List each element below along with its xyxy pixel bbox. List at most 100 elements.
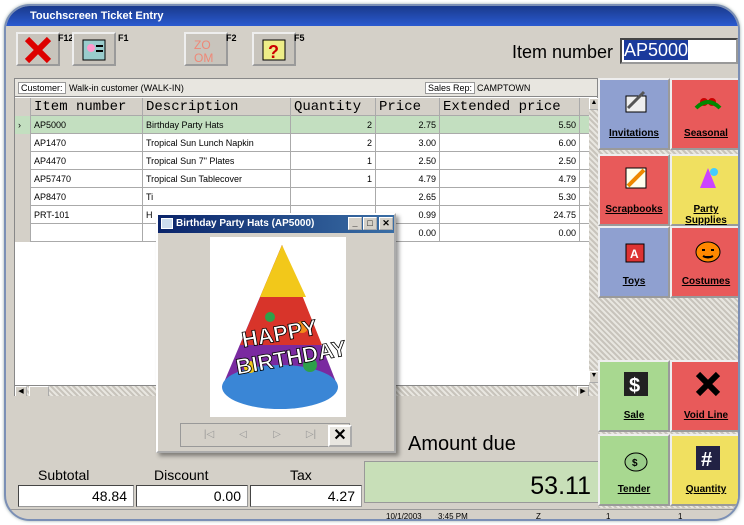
- column-header[interactable]: Quantity: [291, 98, 376, 116]
- category-button-void-line[interactable]: Void Line: [670, 360, 738, 432]
- invitation-icon: [625, 90, 647, 113]
- cell-ext: 5.50: [440, 116, 580, 134]
- window-title: Touchscreen Ticket Entry: [6, 6, 738, 26]
- row-indicator: [15, 206, 31, 224]
- subtotal-label: Subtotal: [38, 467, 90, 483]
- cell-ext: 5.30: [440, 188, 580, 206]
- column-header[interactable]: Description: [143, 98, 291, 116]
- status-bar: 10/1/2003 3:45 PM Z 1 1: [6, 509, 738, 521]
- pumpkin-icon: [695, 241, 721, 263]
- last-record-icon[interactable]: ▷|: [301, 428, 321, 444]
- category-label: Void Line: [683, 410, 729, 421]
- svg-text:?: ?: [268, 42, 279, 62]
- cancel-button[interactable]: F12: [16, 32, 74, 66]
- previous-record-icon[interactable]: ◁: [233, 428, 253, 444]
- zoom-icon: ZOOM: [194, 38, 213, 63]
- table-row[interactable]: AP4470 Tropical Sun 7" Plates 1 2.50 2.50: [15, 152, 589, 170]
- status-cell: Z: [536, 512, 541, 521]
- category-button-toys[interactable]: A Toys: [598, 226, 670, 298]
- table-row[interactable]: › AP5000 Birthday Party Hats 2 2.75 5.50: [15, 116, 589, 134]
- next-record-icon[interactable]: ▷: [267, 428, 287, 444]
- row-indicator: ›: [15, 116, 31, 134]
- category-button-party-supplies[interactable]: Party Supplies: [670, 154, 738, 226]
- svg-text:$: $: [632, 458, 638, 469]
- zoom-button[interactable]: ZO OM F2: [184, 32, 237, 66]
- discount-value[interactable]: 0.00: [136, 485, 248, 507]
- category-label: Party Supplies: [685, 204, 727, 226]
- contacts-card-icon: [82, 39, 106, 61]
- table-row[interactable]: AP57470 Tropical Sun Tablecover 1 4.79 4.79: [15, 170, 589, 188]
- maximize-button[interactable]: □: [363, 217, 377, 230]
- sales-rep-value[interactable]: CAMPTOWN: [477, 83, 530, 93]
- cell-item: AP4470: [31, 152, 143, 170]
- category-button-sale[interactable]: $ Sale: [598, 360, 670, 432]
- cancel-x-icon: [24, 37, 52, 63]
- pos-window: Touchscreen Ticket Entry F12 F1 ZO OM F2 …: [4, 4, 740, 521]
- popup-title-bar[interactable]: Birthday Party Hats (AP5000) _ □ ✕: [158, 215, 394, 233]
- table-row[interactable]: AP8470 Ti 2.65 5.30: [15, 188, 589, 206]
- cell-price: 2.50: [376, 152, 440, 170]
- first-record-icon[interactable]: |◁: [199, 428, 219, 444]
- party-hat-illustration: HAPPY BIRTHDAY: [222, 245, 349, 409]
- cell-ext: 6.00: [440, 134, 580, 152]
- column-header[interactable]: Price: [376, 98, 440, 116]
- popup-app-icon: [161, 218, 173, 229]
- row-indicator-header: [15, 98, 31, 116]
- row-indicator: [15, 134, 31, 152]
- row-indicator: [15, 170, 31, 188]
- cell-item: AP57470: [31, 170, 143, 188]
- row-indicator: [15, 188, 31, 206]
- sales-rep-label: Sales Rep:: [425, 82, 476, 94]
- toy-blocks-icon: A: [625, 243, 645, 263]
- cell-item: AP8470: [31, 188, 143, 206]
- money-bag-icon: $: [624, 452, 648, 472]
- cell-price: 4.79: [376, 170, 440, 188]
- item-number-input[interactable]: AP5000: [620, 38, 738, 64]
- category-label: Scrapbooks: [605, 204, 663, 215]
- column-header[interactable]: Extended price: [440, 98, 580, 116]
- customer-value[interactable]: Walk-in customer (WALK-IN): [69, 83, 184, 93]
- cell-price: 2.75: [376, 116, 440, 134]
- popup-close-x-button[interactable]: ✕: [379, 217, 393, 230]
- scrapbook-pencil-icon: [625, 167, 647, 189]
- popup-close-button[interactable]: ✕: [328, 425, 352, 447]
- table-row[interactable]: AP1470 Tropical Sun Lunch Napkin 2 3.00 6.00: [15, 134, 589, 152]
- record-navigator: |◁ ◁ ▷ ▷|: [180, 423, 350, 447]
- cell-desc: Birthday Party Hats: [143, 116, 291, 134]
- category-label: Quantity: [685, 484, 727, 495]
- category-button-tender[interactable]: $ Tender: [598, 434, 670, 506]
- help-button[interactable]: ? F5: [252, 32, 305, 66]
- category-label: Invitations: [608, 128, 659, 139]
- category-button-costumes[interactable]: Costumes: [670, 226, 738, 298]
- key-hint: F1: [118, 33, 129, 43]
- amount-due-label: Amount due: [408, 433, 516, 455]
- cell-qty: [291, 188, 376, 206]
- holly-icon: [694, 98, 722, 110]
- svg-text:#: #: [701, 449, 712, 471]
- category-label: Costumes: [681, 276, 731, 287]
- void-x-icon: [695, 371, 721, 397]
- row-indicator: [15, 152, 31, 170]
- party-supplies-icon: [700, 168, 718, 188]
- cell-ext: 24.75: [440, 206, 580, 224]
- category-label: Toys: [622, 276, 646, 287]
- category-button-scrapbooks[interactable]: Scrapbooks: [598, 154, 670, 226]
- subtotal-value: 48.84: [18, 485, 134, 507]
- minimize-button[interactable]: _: [348, 217, 362, 230]
- svg-text:OM: OM: [194, 51, 213, 63]
- contacts-button[interactable]: F1: [72, 32, 129, 66]
- cell-desc: Ti: [143, 188, 291, 206]
- cell-qty: 1: [291, 170, 376, 188]
- cell-item: [31, 224, 143, 242]
- cell-price: 2.65: [376, 188, 440, 206]
- row-indicator: [15, 224, 31, 242]
- discount-label: Discount: [154, 467, 209, 483]
- status-cell: 1: [678, 512, 683, 521]
- category-button-invitations[interactable]: Invitations: [598, 78, 670, 150]
- status-time: 3:45 PM: [438, 512, 468, 521]
- category-button-seasonal[interactable]: Seasonal: [670, 78, 738, 150]
- category-button-quantity[interactable]: # Quantity: [670, 434, 738, 506]
- column-header[interactable]: Item number: [31, 98, 143, 116]
- help-icon: ?: [262, 39, 286, 62]
- cell-item: AP1470: [31, 134, 143, 152]
